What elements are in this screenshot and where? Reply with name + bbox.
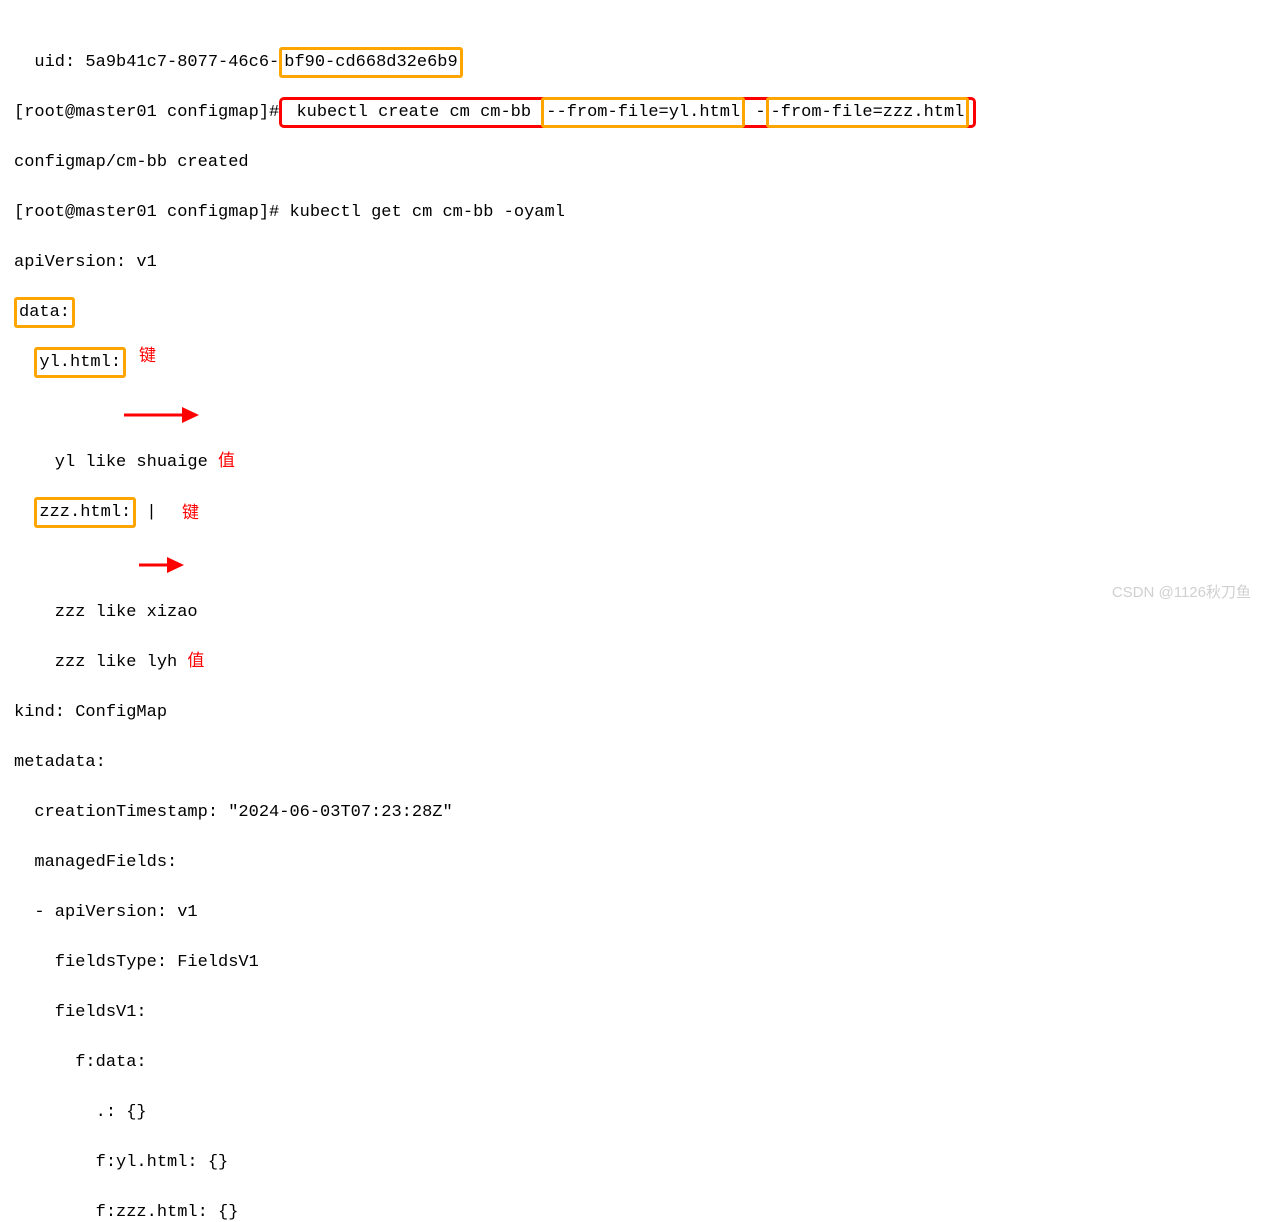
output-line: managedFields: [14, 850, 1257, 875]
output-line: zzz like lyh 值 [14, 650, 1257, 675]
highlight-yl-key: yl.html: [34, 347, 126, 378]
prompt: [root@master01 configmap]# [14, 203, 279, 222]
output-line: f:zzz.html: {} [14, 1200, 1257, 1222]
command-line: [root@master01 configmap]# kubectl creat… [14, 100, 1257, 125]
annotation-key: 键 [139, 345, 156, 370]
highlight-command: kubectl create cm cm-bb --from-file=yl.h… [279, 97, 976, 128]
highlight-arg-2: -from-file=zzz.html [766, 97, 970, 128]
output-line: creationTimestamp: "2024-06-03T07:23:28Z… [14, 800, 1257, 825]
highlight-arg-1: --from-file=yl.html [541, 97, 745, 128]
output-line: f:yl.html: {} [14, 1150, 1257, 1175]
annotation-key: 键 [182, 502, 199, 527]
terminal-pane[interactable]: uid: 5a9b41c7-8077-46c6-bf90-cd668d32e6b… [0, 0, 1271, 1222]
output-line: zzz.html: | 键 [14, 500, 1257, 575]
annotation-value: 值 [208, 453, 235, 472]
output-line: data: [14, 300, 1257, 325]
arrow-icon [139, 507, 184, 623]
output-line: .: {} [14, 1100, 1257, 1125]
command-line: [root@master01 configmap]# kubectl get c… [14, 200, 1257, 225]
output-line: - apiVersion: v1 [14, 900, 1257, 925]
prompt: [root@master01 configmap]# [14, 103, 279, 122]
output-line: metadata: [14, 750, 1257, 775]
output-line: uid: 5a9b41c7-8077-46c6-bf90-cd668d32e6b… [14, 50, 1257, 75]
output-line: zzz like xizao [14, 600, 1257, 625]
highlight-uid-part: bf90-cd668d32e6b9 [279, 47, 462, 78]
output-line: yl like shuaige 值 [14, 450, 1257, 475]
highlight-zzz-key: zzz.html: [34, 497, 136, 528]
highlight-data-key: data: [14, 297, 75, 328]
output-line: fieldsType: FieldsV1 [14, 950, 1257, 975]
output-line: apiVersion: v1 [14, 250, 1257, 275]
annotation-value: 值 [177, 653, 204, 672]
arrow-icon [124, 357, 199, 473]
output-line: configmap/cm-bb created [14, 150, 1257, 175]
output-line: yl.html: 键 [14, 350, 1257, 425]
output-line: fieldsV1: [14, 1000, 1257, 1025]
output-line: f:data: [14, 1050, 1257, 1075]
output-line: kind: ConfigMap [14, 700, 1257, 725]
